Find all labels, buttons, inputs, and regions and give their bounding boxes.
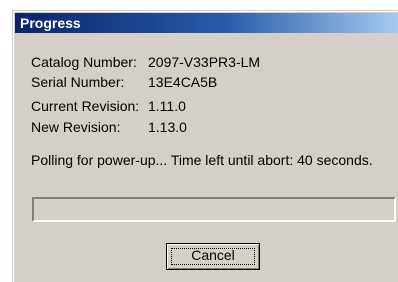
serial-number-label: Serial Number: [31, 74, 125, 90]
title-bar[interactable]: Progress [15, 13, 398, 33]
serial-number-value: 13E4CA5B [148, 74, 218, 90]
progress-bar [32, 197, 396, 222]
current-revision-label: Current Revision: [31, 98, 140, 114]
catalog-number-value: 2097-V33PR3-LM [148, 54, 261, 70]
current-revision-value: 1.11.0 [148, 98, 186, 114]
status-message: Polling for power-up... Time left until … [31, 152, 373, 168]
new-revision-value: 1.13.0 [148, 119, 187, 135]
cancel-button[interactable]: Cancel [166, 243, 260, 270]
cancel-button-label: Cancel [191, 247, 235, 263]
window-title: Progress [20, 15, 81, 31]
progress-dialog: Progress Catalog Number: 2097-V33PR3-LM … [12, 10, 398, 282]
new-revision-label: New Revision: [31, 119, 121, 135]
catalog-number-label: Catalog Number: [31, 54, 137, 70]
